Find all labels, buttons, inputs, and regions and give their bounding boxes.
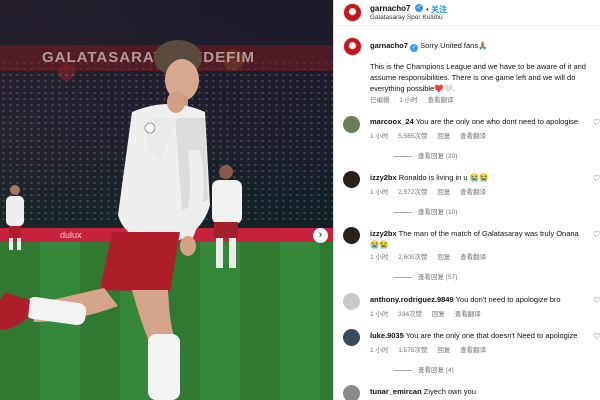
comment-time[interactable]: 1 小时 [370, 133, 388, 140]
comment-body: Ziyech own you [423, 387, 476, 396]
comment-time[interactable]: 1 小时 [370, 189, 388, 196]
comment-body: You are the only one who dont need to ap… [415, 117, 579, 126]
comment-body: The man of the match of Galatasaray was … [370, 229, 579, 249]
view-replies-button[interactable]: 查看回复 (20) [394, 150, 457, 160]
comment-meta: 1 小时 1,575次赞 回复 查看翻译 [370, 344, 494, 354]
like-comment-heart-icon[interactable]: ♡ [593, 118, 600, 127]
view-replies-button[interactable]: 查看回复 (4) [394, 364, 454, 374]
comment-time[interactable]: 1 小时 [370, 311, 388, 318]
caption-verified-badge-icon: ✓ [410, 44, 419, 52]
caption-greeting: Sorry United fans🙏🏽 [420, 41, 488, 50]
translate-button[interactable]: 查看翻译 [460, 189, 486, 196]
comment-time[interactable]: 1 小时 [370, 254, 388, 261]
translate-button[interactable]: 查看翻译 [460, 254, 486, 261]
like-comment-heart-icon[interactable]: ♡ [593, 174, 600, 183]
commenter-avatar[interactable] [343, 329, 360, 346]
comment-likes[interactable]: 2,572次赞 [398, 189, 427, 196]
author-username[interactable]: garnacho7 [370, 4, 410, 13]
post-photo[interactable]: GALATASARAY · HEDEFIM dulux › [0, 0, 333, 400]
comment-body: You are the only one that doesn't Need t… [405, 331, 578, 340]
commenter-avatar[interactable] [343, 227, 360, 244]
reply-button[interactable]: 回复 [432, 311, 445, 318]
caption-meta: 已编辑 · 1 小时 查看翻译 [370, 94, 462, 104]
commenter-username[interactable]: tunar_emircan [370, 387, 422, 396]
comment-meta: 1 小时 2,572次赞 回复 查看翻译 [370, 186, 494, 196]
comment-meta: 1 小时 5,565次赞 回复 查看翻译 [370, 130, 494, 140]
reply-button[interactable]: 回复 [437, 189, 450, 196]
commenter-avatar[interactable] [343, 293, 360, 310]
comment-meta: 1 小时 334次赞 回复 查看翻译 [370, 308, 489, 318]
reply-button[interactable]: 回复 [437, 133, 450, 140]
replies-dash [394, 369, 412, 371]
post-header: garnacho7 ✓ • 关注 Galatasaray Spor Kulübü [334, 0, 600, 26]
commenter-avatar[interactable] [343, 171, 360, 188]
view-replies-label: 查看回复 (57) [418, 274, 458, 281]
meta-dot: · [393, 97, 396, 104]
caption-translate[interactable]: 查看翻译 [428, 97, 454, 104]
view-replies-label: 查看回复 (4) [418, 367, 454, 374]
caption-time[interactable]: 1 小时 [399, 97, 417, 104]
translate-button[interactable]: 查看翻译 [460, 133, 486, 140]
separator-dot: • [426, 5, 429, 14]
comment-likes[interactable]: 334次赞 [398, 311, 422, 318]
commenter-username[interactable]: izzy2bx [370, 229, 397, 238]
comment-likes[interactable]: 5,565次赞 [398, 133, 427, 140]
view-replies-label: 查看回复 (10) [418, 209, 458, 216]
next-photo-button[interactable]: › [313, 228, 328, 243]
view-replies-label: 查看回复 (20) [418, 153, 458, 160]
view-replies-button[interactable]: 查看回复 (57) [394, 271, 457, 281]
comment-likes[interactable]: 1,575次赞 [398, 347, 427, 354]
comment-text: izzy2bx The man of the match of Galatasa… [370, 228, 590, 250]
edited-label: 已编辑 [370, 97, 390, 104]
translate-button[interactable]: 查看翻译 [455, 311, 481, 318]
caption-author[interactable]: garnacho7 [370, 41, 408, 50]
comment-text: marcoox_24 You are the only one who dont… [370, 116, 590, 127]
verified-badge-icon: ✓ [415, 4, 423, 12]
comment-body: Ronaldo is living in u 😭😭 [398, 173, 489, 182]
comment-text: tunar_emircan Ziyech own you [370, 386, 590, 397]
comment-text: luke.9035 You are the only one that does… [370, 330, 590, 341]
commenter-username[interactable]: marcoox_24 [370, 117, 414, 126]
post-side-panel: garnacho7 ✓ • 关注 Galatasaray Spor Kulübü… [333, 0, 600, 400]
like-comment-heart-icon[interactable]: ♡ [593, 296, 600, 305]
replies-dash [394, 211, 412, 213]
translate-button[interactable]: 查看翻译 [460, 347, 486, 354]
post-location[interactable]: Galatasaray Spor Kulübü [370, 14, 443, 21]
comment-body: You don't need to apologize bro [455, 295, 561, 304]
view-replies-button[interactable]: 查看回复 (10) [394, 206, 457, 216]
replies-dash [394, 276, 412, 278]
like-comment-heart-icon[interactable]: ♡ [593, 332, 600, 341]
like-comment-heart-icon[interactable]: ♡ [593, 230, 600, 239]
comment-text: anthony.rodriguez.9849 You don't need to… [370, 294, 590, 305]
replies-dash [394, 155, 412, 157]
commenter-avatar[interactable] [343, 385, 360, 400]
follow-label: 关注 [431, 5, 448, 14]
commenter-avatar[interactable] [343, 116, 360, 133]
reply-button[interactable]: 回复 [437, 347, 450, 354]
caption-author-avatar[interactable] [343, 37, 362, 56]
commenter-username[interactable]: luke.9035 [370, 331, 404, 340]
commenter-username[interactable]: anthony.rodriguez.9849 [370, 295, 454, 304]
caption-first-line: garnacho7 ✓ Sorry United fans🙏🏽 [370, 40, 595, 52]
author-avatar[interactable] [343, 3, 362, 22]
comment-text: izzy2bx Ronaldo is living in u 😭😭 [370, 172, 590, 183]
caption-text: This is the Champions League and we have… [370, 62, 586, 93]
comment-time[interactable]: 1 小时 [370, 347, 388, 354]
reply-button[interactable]: 回复 [437, 254, 450, 261]
commenter-username[interactable]: izzy2bx [370, 173, 397, 182]
comment-likes[interactable]: 2,600次赞 [398, 254, 427, 261]
comment-meta: 1 小时 2,600次赞 回复 查看翻译 [370, 251, 494, 261]
